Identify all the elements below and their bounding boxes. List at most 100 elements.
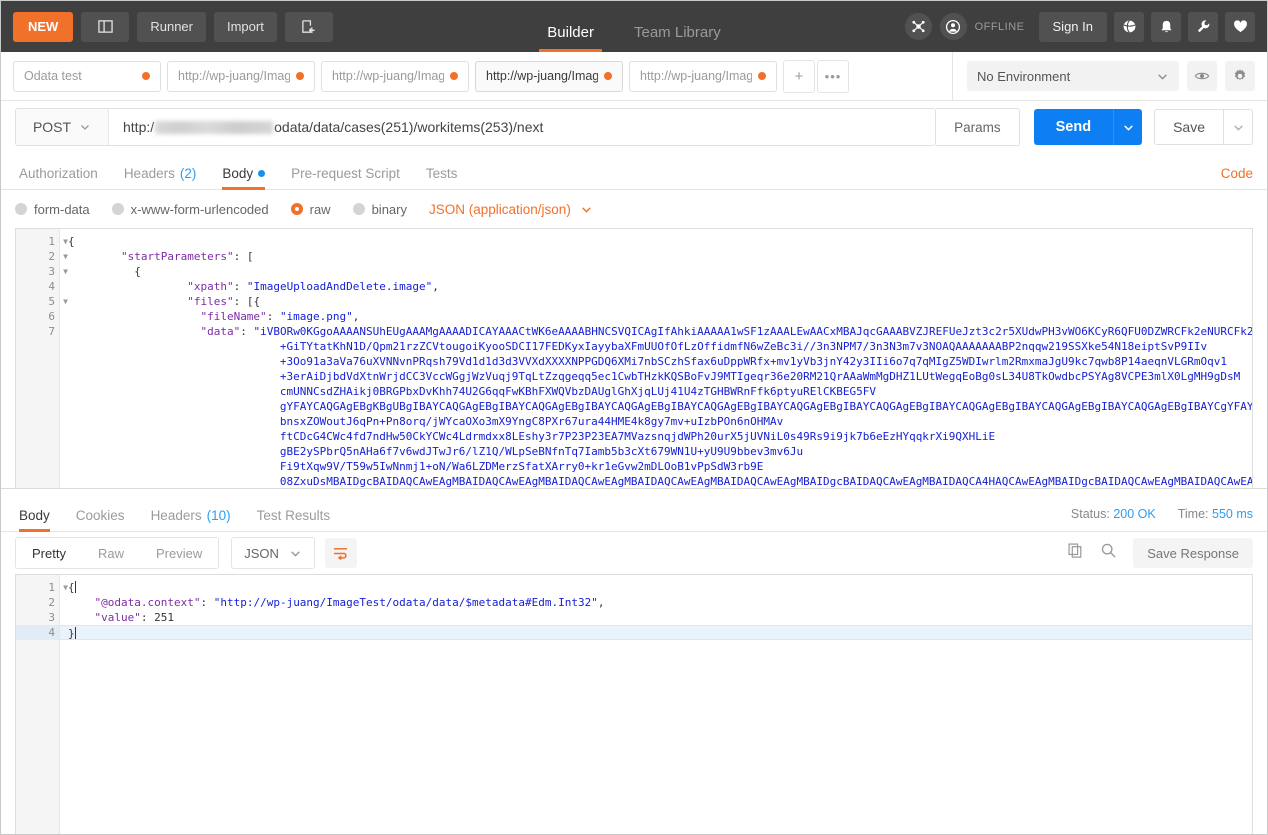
body-type-raw[interactable]: raw	[290, 202, 331, 217]
url-prefix: http:/	[123, 119, 155, 135]
tab-label: Headers	[150, 508, 202, 523]
new-button[interactable]: NEW	[13, 11, 74, 42]
request-section-tabs: Authorization Headers (2) Body Pre-reque…	[1, 153, 1267, 190]
word-wrap-glyph	[334, 547, 348, 560]
tabs-more-button[interactable]: •••	[817, 59, 849, 93]
body-type-selector: form-data x-www-form-urlencoded raw bina…	[1, 190, 1267, 228]
tab-pre-request-script[interactable]: Pre-request Script	[278, 166, 413, 189]
line-number: 7	[48, 325, 55, 338]
response-section-tabs: Body Cookies Headers (10) Test Results S…	[1, 489, 1267, 532]
code-line: {	[68, 235, 75, 248]
view-mode-raw[interactable]: Raw	[81, 538, 140, 568]
request-tab-label: http://wp-juang/Image	[178, 69, 290, 83]
send-button[interactable]: Send	[1033, 109, 1114, 145]
response-tab-headers[interactable]: Headers (10)	[138, 508, 244, 531]
runner-button[interactable]: Runner	[137, 11, 206, 42]
tab-authorization[interactable]: Authorization	[15, 166, 111, 189]
url-input[interactable]: http:/ odata/data/cases(251)/workitems(25…	[109, 109, 935, 145]
add-tab-button[interactable]: +	[783, 59, 815, 93]
code-line: "@odata.context": "http://wp-juang/Image…	[94, 596, 605, 609]
search-glyph	[1102, 543, 1116, 558]
request-tab-label: http://wp-juang/Image	[640, 69, 752, 83]
body-format-select[interactable]: JSON (application/json)	[429, 202, 593, 217]
request-tab-1[interactable]: http://wp-juang/Image	[167, 60, 315, 92]
code-line: {	[134, 265, 141, 278]
body-type-form-data[interactable]: form-data	[15, 202, 90, 217]
chevron-down-icon	[1123, 124, 1133, 131]
tab-team-library[interactable]: Team Library	[614, 24, 741, 52]
body-type-binary[interactable]: binary	[352, 201, 407, 217]
body-type-urlencoded[interactable]: x-www-form-urlencoded	[111, 202, 269, 217]
params-button[interactable]: Params	[936, 108, 1020, 146]
response-tab-body[interactable]: Body	[15, 508, 63, 532]
chevron-down-glyph	[1158, 73, 1167, 80]
save-button[interactable]: Save	[1154, 109, 1224, 145]
import-button[interactable]: Import	[213, 11, 277, 42]
environment-select-value: No Environment	[977, 68, 1071, 84]
wrench-icon[interactable]	[1188, 11, 1218, 42]
globe-icon[interactable]	[1114, 11, 1144, 42]
response-tab-cookies[interactable]: Cookies	[63, 508, 138, 531]
response-editor-code[interactable]: { "@odata.context": "http://wp-juang/Ima…	[60, 575, 1252, 834]
bell-glyph	[1160, 20, 1172, 33]
request-tab-3[interactable]: http://wp-juang/Image	[475, 60, 623, 92]
globe-glyph	[1123, 20, 1135, 33]
new-window-glyph	[302, 19, 315, 33]
eye-icon[interactable]	[1187, 61, 1217, 91]
heart-icon[interactable]	[1225, 11, 1255, 42]
word-wrap-icon[interactable]	[324, 538, 357, 568]
request-tab-label: Odata test	[24, 69, 82, 83]
request-tab-2[interactable]: http://wp-juang/Image	[321, 60, 469, 92]
view-mode-preview[interactable]: Preview	[139, 538, 219, 568]
code-link[interactable]: Code	[1221, 166, 1253, 189]
text-cursor	[74, 581, 76, 593]
request-editor-code[interactable]: { "startParameters": [ { "xpath": "Image…	[60, 229, 1252, 488]
heart-glyph	[1233, 20, 1247, 33]
sidebar-layout-glyph	[98, 20, 113, 33]
response-tab-test-results[interactable]: Test Results	[244, 508, 344, 531]
environment-select[interactable]: No Environment	[967, 61, 1179, 91]
save-response-button[interactable]: Save Response	[1133, 538, 1253, 568]
top-toolbar: NEW Runner Import Builder Team Library O…	[1, 1, 1267, 52]
tab-headers[interactable]: Headers (2)	[111, 166, 210, 189]
method-url-group: POST http:/ odata/data/cases(251)/workite…	[15, 108, 937, 146]
response-headers-count-badge: (10)	[206, 508, 231, 523]
http-method-value: POST	[32, 119, 72, 135]
request-tab-0[interactable]: Odata test	[13, 60, 161, 92]
request-body-editor[interactable]: 1▼2▼3▼45▼6789101112 { "startParameters":…	[15, 228, 1253, 488]
code-line: "startParameters": [	[120, 250, 254, 263]
request-tab-4[interactable]: http://wp-juang/Image	[629, 60, 777, 92]
account-circle-icon[interactable]	[939, 13, 967, 40]
send-group: Send	[1033, 109, 1143, 145]
response-format-value: JSON	[244, 545, 279, 561]
tab-label: Tests	[425, 166, 458, 181]
view-mode-pretty[interactable]: Pretty	[16, 538, 82, 568]
tab-builder[interactable]: Builder	[527, 24, 614, 52]
response-body-editor[interactable]: 1 ▼ 2 3 4 { "@odata.context": "http://wp-jua…	[15, 574, 1253, 834]
radio-label: binary	[371, 201, 407, 217]
line-number: 2	[48, 596, 55, 609]
bell-icon[interactable]	[1151, 11, 1181, 42]
sidebar-layout-icon[interactable]	[81, 11, 130, 42]
request-tabs-bar: Odata test http://wp-juang/Image http://…	[1, 52, 1267, 101]
http-method-select[interactable]: POST	[16, 109, 109, 145]
tab-body[interactable]: Body	[209, 166, 278, 190]
search-icon[interactable]	[1100, 542, 1117, 564]
line-number: 6	[48, 310, 55, 323]
time-label: Time:	[1177, 507, 1209, 521]
send-options-button[interactable]	[1113, 109, 1143, 145]
line-number: 5 ▼	[48, 295, 68, 308]
copy-icon[interactable]	[1067, 542, 1084, 564]
tab-tests[interactable]: Tests	[413, 166, 471, 189]
save-options-button[interactable]	[1224, 109, 1253, 145]
sync-status-icon[interactable]	[904, 13, 932, 40]
request-tabs-list: Odata test http://wp-juang/Image http://…	[1, 52, 851, 100]
response-status-summary: Status: 200 OK Time: 550 ms	[1071, 507, 1253, 531]
sign-in-button[interactable]: Sign In	[1038, 11, 1107, 42]
new-window-icon[interactable]	[284, 11, 333, 42]
code-line: "fileName": "image.png",	[200, 310, 360, 323]
response-format-select[interactable]: JSON	[231, 537, 315, 569]
tab-label: Cookies	[75, 508, 125, 523]
gear-icon[interactable]	[1225, 61, 1255, 91]
chevron-down-icon	[1156, 70, 1169, 83]
